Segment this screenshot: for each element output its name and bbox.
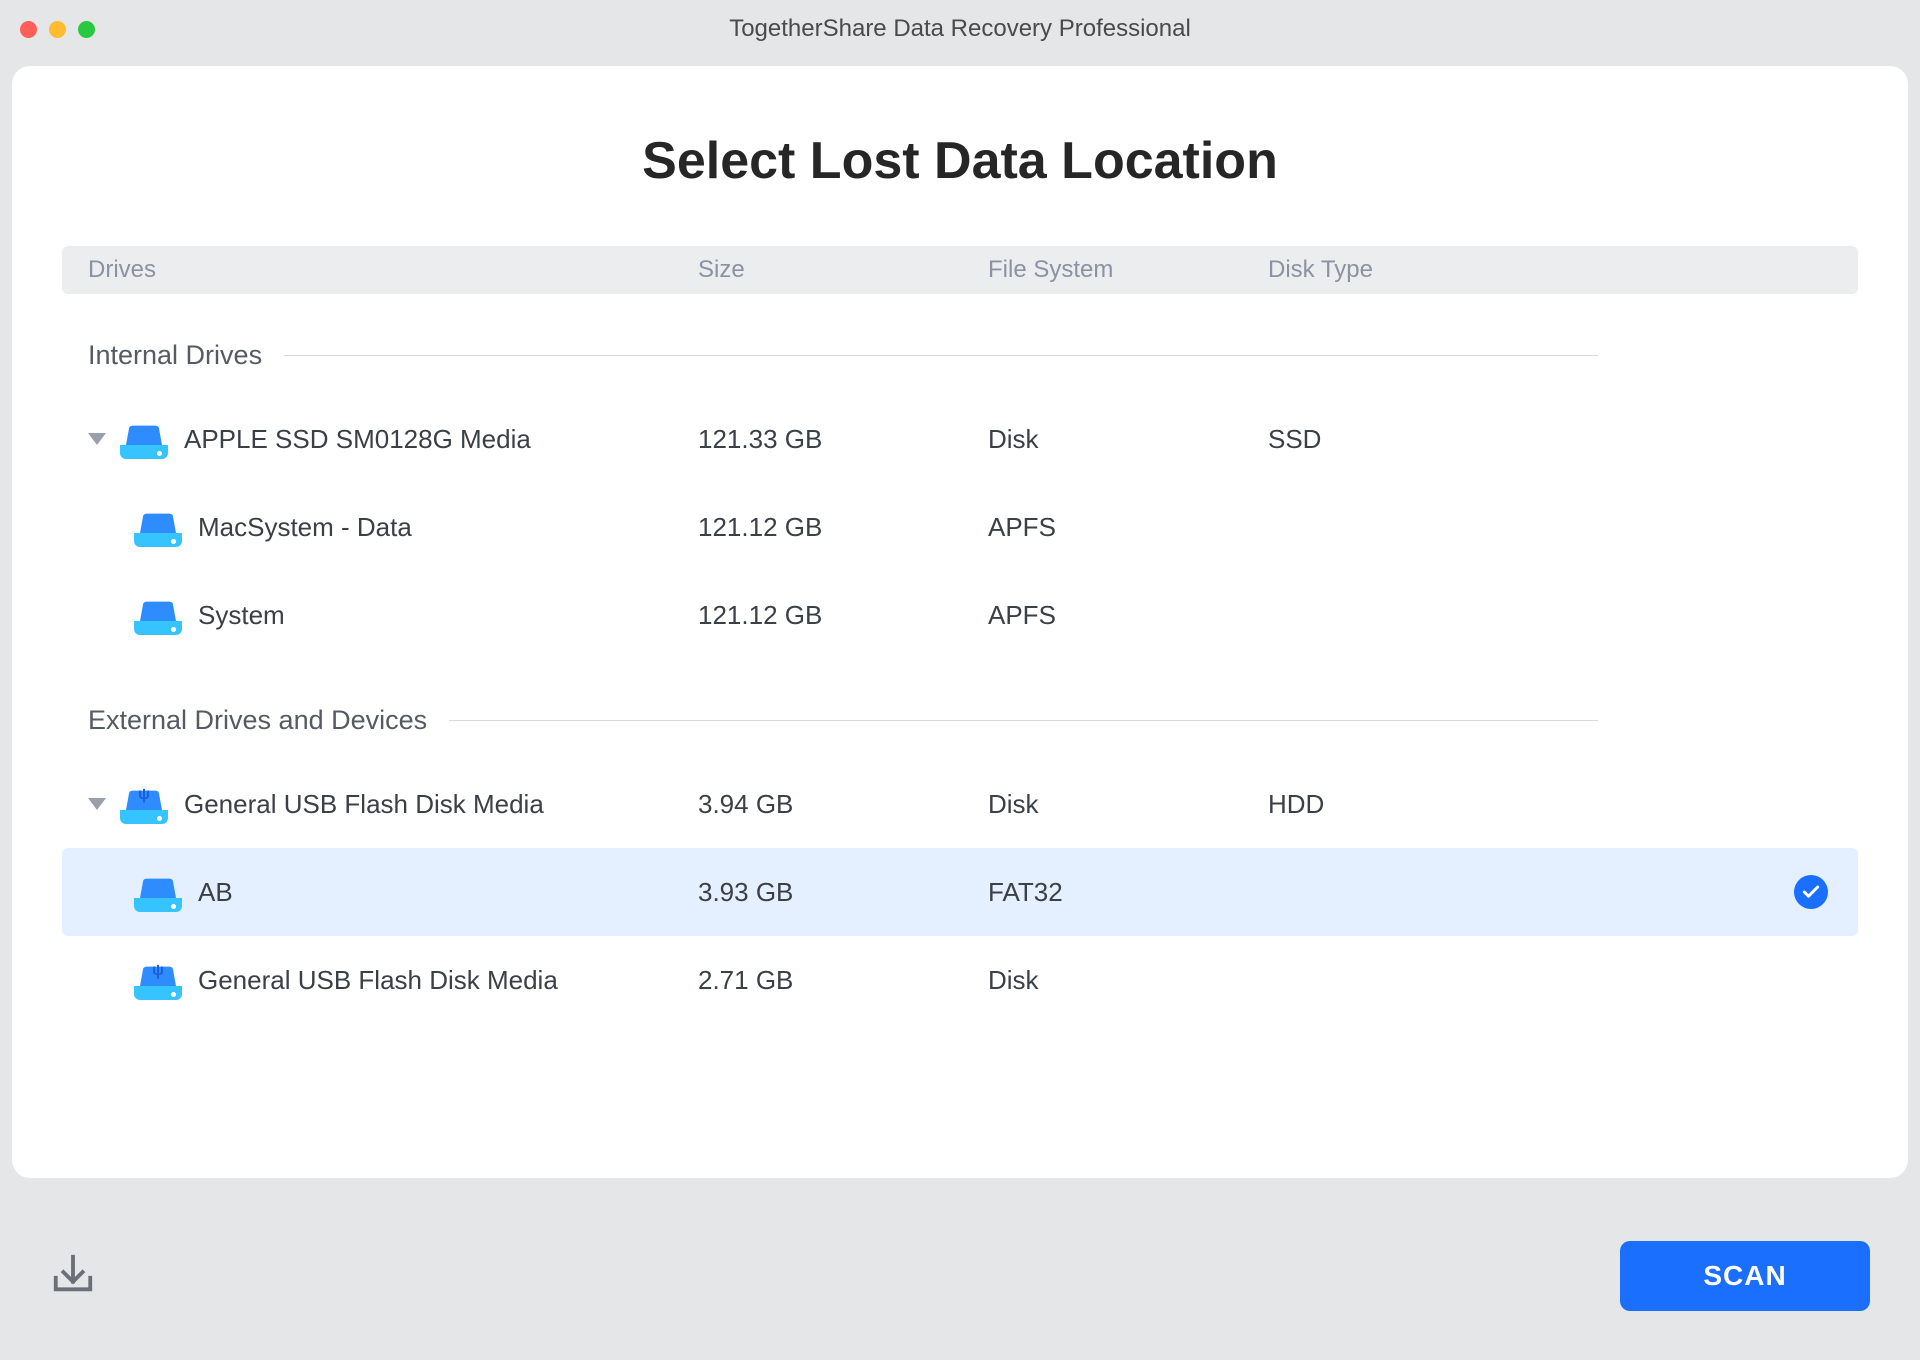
volume-filesystem: FAT32 <box>988 877 1268 908</box>
column-header-drives: Drives <box>88 256 698 284</box>
section-internal-label: Internal Drives <box>88 340 262 371</box>
usb-drive-icon: ψ <box>134 960 182 1000</box>
volume-filesystem: APFS <box>988 600 1268 631</box>
drive-icon <box>134 872 182 912</box>
minimize-icon[interactable] <box>49 21 66 38</box>
page-title: Select Lost Data Location <box>62 131 1858 191</box>
volume-filesystem: Disk <box>988 965 1268 996</box>
drive-filesystem: Disk <box>988 424 1268 455</box>
volume-filesystem: APFS <box>988 512 1268 543</box>
drive-icon <box>134 595 182 635</box>
chevron-down-icon[interactable] <box>88 433 106 445</box>
volume-size: 3.93 GB <box>698 877 988 908</box>
volume-row-selected[interactable]: AB 3.93 GB FAT32 <box>62 848 1858 936</box>
drive-name: General USB Flash Disk Media <box>184 789 544 820</box>
drive-icon <box>120 419 168 459</box>
drive-filesystem: Disk <box>988 789 1268 820</box>
main-panel: Select Lost Data Location Drives Size Fi… <box>12 66 1908 1178</box>
column-header-disktype: Disk Type <box>1268 256 1858 284</box>
section-external-drives: External Drives and Devices <box>88 705 1858 736</box>
drive-name: APPLE SSD SM0128G Media <box>184 424 531 455</box>
close-icon[interactable] <box>20 21 37 38</box>
drive-icon <box>134 507 182 547</box>
divider <box>449 720 1598 721</box>
titlebar: TogetherShare Data Recovery Professional <box>0 0 1920 58</box>
table-header: Drives Size File System Disk Type <box>62 246 1858 294</box>
drive-size: 3.94 GB <box>698 789 988 820</box>
volume-row[interactable]: System 121.12 GB APFS <box>62 571 1858 659</box>
volume-size: 2.71 GB <box>698 965 988 996</box>
scan-button[interactable]: SCAN <box>1620 1241 1870 1311</box>
check-icon <box>1794 875 1828 909</box>
chevron-down-icon[interactable] <box>88 798 106 810</box>
column-header-size: Size <box>698 256 988 284</box>
volume-name: System <box>198 600 285 631</box>
section-external-label: External Drives and Devices <box>88 705 427 736</box>
maximize-icon[interactable] <box>78 21 95 38</box>
volume-size: 121.12 GB <box>698 512 988 543</box>
window-controls <box>20 21 95 38</box>
import-icon[interactable] <box>50 1251 96 1302</box>
column-header-filesystem: File System <box>988 256 1268 284</box>
usb-drive-icon: ψ <box>120 784 168 824</box>
footer: SCAN <box>0 1192 1920 1360</box>
volume-name: AB <box>198 877 233 908</box>
divider <box>284 355 1598 356</box>
volume-row[interactable]: MacSystem - Data 121.12 GB APFS <box>62 483 1858 571</box>
drive-type: SSD <box>1268 424 1858 455</box>
volume-size: 121.12 GB <box>698 600 988 631</box>
volume-type <box>1268 875 1858 909</box>
volume-row[interactable]: ψ General USB Flash Disk Media 2.71 GB D… <box>62 936 1858 1024</box>
drive-size: 121.33 GB <box>698 424 988 455</box>
volume-name: MacSystem - Data <box>198 512 412 543</box>
window-title: TogetherShare Data Recovery Professional <box>729 15 1191 43</box>
drive-row-parent[interactable]: ψ General USB Flash Disk Media 3.94 GB D… <box>62 760 1858 848</box>
section-internal-drives: Internal Drives <box>88 340 1858 371</box>
drive-row-parent[interactable]: APPLE SSD SM0128G Media 121.33 GB Disk S… <box>62 395 1858 483</box>
drive-type: HDD <box>1268 789 1858 820</box>
volume-name: General USB Flash Disk Media <box>198 965 558 996</box>
